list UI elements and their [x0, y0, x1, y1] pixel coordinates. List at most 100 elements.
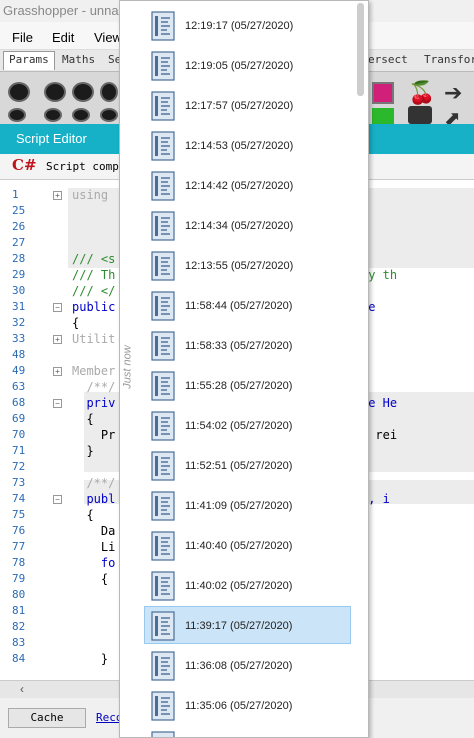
param-icon[interactable] [100, 108, 118, 122]
param-icon[interactable] [44, 108, 62, 122]
history-entry-time: 11:55:28 (05/27/2020) [185, 380, 293, 392]
script-document-icon [151, 51, 175, 81]
history-entry[interactable]: 11:40:02 (05/27/2020) [144, 566, 351, 604]
menu-file[interactable]: File [12, 30, 33, 45]
line-number: 26 [12, 220, 26, 233]
history-entry-partial[interactable] [144, 726, 351, 737]
circle-icon[interactable] [44, 82, 66, 102]
script-document-icon [151, 491, 175, 521]
history-entry[interactable]: 11:35:06 (05/27/2020) [144, 686, 351, 724]
line-number: 81 [12, 604, 26, 617]
fold-toggle-icon[interactable]: − [53, 303, 62, 312]
script-document-icon [151, 371, 175, 401]
tab-intersect[interactable]: ersect [368, 53, 408, 66]
script-editor-title: Script Editor [16, 131, 87, 146]
history-entry[interactable]: 11:58:44 (05/27/2020) [144, 286, 351, 324]
line-number: 30 [12, 284, 26, 297]
history-entry[interactable]: 12:17:57 (05/27/2020) [144, 86, 351, 124]
script-document-icon [151, 451, 175, 481]
tab-transform[interactable]: Transfor [424, 53, 474, 66]
history-entry[interactable]: 12:19:05 (05/27/2020) [144, 46, 351, 84]
line-number: 33 [12, 332, 26, 345]
history-entry-time: 12:14:34 (05/27/2020) [185, 220, 294, 232]
history-entry-time: 11:52:51 (05/27/2020) [185, 460, 293, 472]
arrow-right-icon[interactable]: ➔ [444, 80, 462, 106]
history-entry[interactable]: 12:13:55 (05/27/2020) [144, 246, 351, 284]
fold-toggle-icon[interactable]: + [53, 367, 62, 376]
component-label: Script compo [46, 160, 126, 173]
fold-toggle-icon[interactable]: − [53, 495, 62, 504]
history-entry[interactable]: 11:36:08 (05/27/2020) [144, 646, 351, 684]
line-number: 29 [12, 268, 26, 281]
just-now-label-container: Just now [122, 341, 146, 401]
fold-toggle-icon[interactable]: − [53, 399, 62, 408]
script-document-icon [151, 651, 175, 681]
geometry-icon[interactable] [8, 82, 30, 102]
code-line: { [72, 572, 109, 586]
script-document-icon [151, 731, 175, 737]
history-entry[interactable]: 11:52:51 (05/27/2020) [144, 446, 351, 484]
script-document-icon [151, 531, 175, 561]
component-green-icon[interactable] [372, 108, 394, 124]
script-document-icon [151, 411, 175, 441]
fold-toggle-icon[interactable]: + [53, 335, 62, 344]
csharp-icon: C# [12, 156, 37, 174]
line-number: 82 [12, 620, 26, 633]
script-document-icon [151, 571, 175, 601]
history-entry-time: 11:35:06 (05/27/2020) [185, 700, 293, 712]
cache-button[interactable]: Cache [8, 708, 86, 728]
line-number: 1 [12, 188, 19, 201]
history-entry-time: 12:14:53 (05/27/2020) [185, 140, 294, 152]
line-number: 77 [12, 540, 26, 553]
history-entry[interactable]: 11:54:02 (05/27/2020) [144, 406, 351, 444]
line-number: 78 [12, 556, 26, 569]
history-entry[interactable]: 11:55:28 (05/27/2020) [144, 366, 351, 404]
menu-edit[interactable]: Edit [52, 30, 74, 45]
history-entry-time: 11:58:44 (05/27/2020) [185, 300, 293, 312]
history-entry[interactable]: 11:40:40 (05/27/2020) [144, 526, 351, 564]
script-document-icon [151, 251, 175, 281]
code-line: { [72, 316, 80, 330]
line-number: 32 [12, 316, 26, 329]
mesh-icon[interactable] [100, 82, 118, 102]
line-number: 27 [12, 236, 26, 249]
script-document-icon [151, 211, 175, 241]
dropdown-vertical-scrollbar[interactable] [354, 1, 368, 737]
history-entry[interactable]: 11:58:33 (05/27/2020) [144, 326, 351, 364]
line-number: 74 [12, 492, 26, 505]
history-entry[interactable]: 11:41:09 (05/27/2020) [144, 486, 351, 524]
dropdown-scroll-thumb[interactable] [357, 3, 364, 96]
line-number: 31 [12, 300, 26, 313]
scroll-left-icon[interactable]: ‹ [20, 682, 24, 696]
line-number-gutter: 1 25 26 27 28 29 30 31 32 33 48 49 63 68 69 70 71 72 73 74 7… [0, 180, 50, 680]
line-number: 48 [12, 348, 26, 361]
component-dark-icon[interactable] [408, 106, 432, 124]
script-document-icon [151, 91, 175, 121]
history-entry[interactable]: 12:14:34 (05/27/2020) [144, 206, 351, 244]
param-icon[interactable] [72, 108, 90, 122]
script-document-icon [151, 131, 175, 161]
history-entry[interactable]: 12:14:42 (05/27/2020) [144, 166, 351, 204]
menu-view[interactable]: View [94, 30, 122, 45]
code-line: /// <s [72, 252, 116, 266]
code-line: fo [72, 556, 116, 570]
code-line: { [72, 412, 94, 426]
line-number: 28 [12, 252, 26, 265]
tab-params[interactable]: Params [3, 51, 55, 70]
history-entry[interactable]: 11:39:17 (05/27/2020) [144, 606, 351, 644]
code-line: { [72, 508, 94, 522]
fold-toggle-icon[interactable]: + [53, 191, 62, 200]
tab-maths[interactable]: Maths [62, 53, 95, 66]
script-document-icon [151, 331, 175, 361]
line-number: 25 [12, 204, 26, 217]
curve-icon[interactable] [72, 82, 94, 102]
code-line: Da [72, 524, 116, 538]
history-entry[interactable]: 12:14:53 (05/27/2020) [144, 126, 351, 164]
script-document-icon [151, 691, 175, 721]
component-pink-icon[interactable] [372, 82, 394, 104]
code-line: } [72, 652, 109, 666]
history-entry[interactable]: 12:19:17 (05/27/2020) [144, 6, 351, 44]
history-entry-time: 11:40:02 (05/27/2020) [185, 580, 293, 592]
param-icon[interactable] [8, 108, 26, 122]
cherries-icon[interactable]: 🍒 [408, 80, 435, 106]
